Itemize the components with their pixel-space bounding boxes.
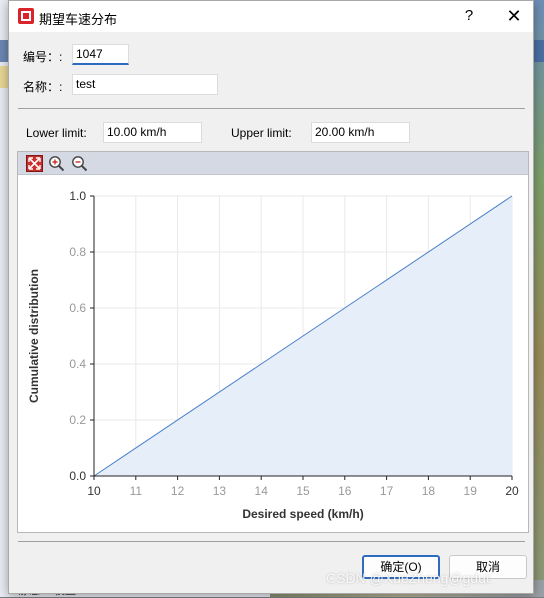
x-tick-label: 17 [380, 484, 394, 498]
name-input[interactable]: test [72, 74, 218, 95]
upper-limit-label: Upper limit: [231, 126, 292, 140]
dialog-title: 期望车速分布 [39, 12, 118, 27]
y-tick-label: 0.6 [69, 301, 86, 315]
x-tick-label: 11 [130, 484, 143, 498]
lower-limit-label: Lower limit: [26, 126, 87, 140]
x-tick-label: 14 [255, 484, 269, 498]
x-tick-label: 19 [464, 484, 478, 498]
separator [18, 108, 525, 109]
app-icon [18, 8, 34, 24]
lower-limit-input[interactable]: 10.00 km/h [103, 122, 202, 143]
speed-distribution-dialog: 期望车速分布 ? ✕ 编号：: 1047 名称：: test Lower lim… [8, 0, 534, 594]
chart-toolbar [18, 152, 528, 175]
fit-all-icon[interactable] [26, 155, 43, 172]
id-input[interactable]: 1047 [72, 44, 129, 65]
cumulative-distribution-chart[interactable]: 10 11 12 13 14 15 16 17 18 19 20 0.0 0.2 0.4 0.6 0.8 1.0… [18, 175, 528, 532]
x-tick-label: 20 [505, 484, 519, 498]
x-tick-label: 18 [422, 484, 436, 498]
x-tick-label: 16 [338, 484, 352, 498]
chart-panel: 10 11 12 13 14 15 16 17 18 19 20 0.0 0.2 0.4 0.6 0.8 1.0… [17, 151, 529, 533]
close-button[interactable]: ✕ [503, 5, 525, 27]
id-label: 编号：: [23, 50, 63, 64]
y-tick-label: 1.0 [69, 189, 86, 203]
y-axis-title: Cumulative distribution [27, 269, 41, 403]
zoom-out-icon[interactable] [71, 155, 88, 172]
x-tick-label: 12 [171, 484, 185, 498]
watermark: CSDN @XueZheng@gdut [326, 570, 490, 586]
y-tick-label: 0.4 [69, 357, 86, 371]
x-tick-label: 13 [213, 484, 227, 498]
y-tick-label: 0.2 [69, 413, 86, 427]
y-tick-label: 0.8 [69, 245, 86, 259]
x-tick-label: 15 [296, 484, 310, 498]
upper-limit-input[interactable]: 20.00 km/h [311, 122, 410, 143]
x-tick-label: 10 [87, 484, 101, 498]
zoom-in-icon[interactable] [48, 155, 65, 172]
x-axis-title: Desired speed (km/h) [242, 507, 363, 521]
name-label: 名称：: [23, 80, 63, 94]
separator [18, 541, 525, 542]
dialog-titlebar[interactable]: 期望车速分布 ? ✕ [9, 1, 533, 32]
y-tick-label: 0.0 [69, 469, 86, 483]
help-button[interactable]: ? [459, 7, 479, 27]
